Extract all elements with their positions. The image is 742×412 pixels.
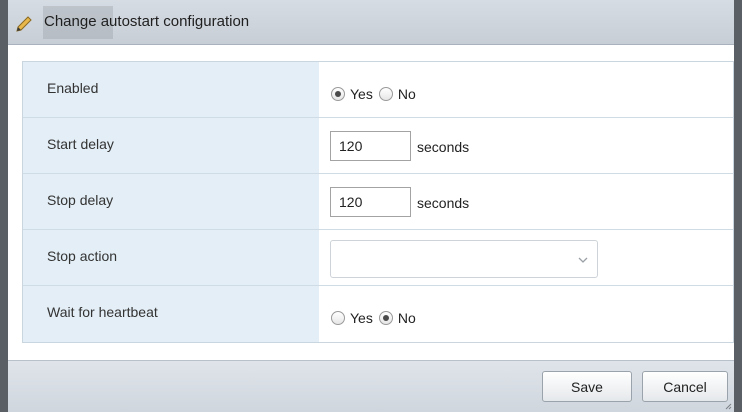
enabled-yes-radio[interactable]: [331, 87, 345, 101]
start-delay-value: seconds: [319, 118, 733, 173]
stop-action-label: Stop action: [23, 230, 319, 285]
save-button[interactable]: Save: [542, 371, 632, 402]
wait-for-heartbeat-label: Wait for heartbeat: [23, 286, 319, 342]
enabled-yes-label[interactable]: Yes: [350, 86, 373, 102]
autostart-form: Enabled Yes No Start delay seconds Stop …: [22, 61, 734, 343]
stop-delay-input[interactable]: [330, 187, 411, 217]
stop-delay-value: seconds: [319, 174, 733, 229]
resize-grip-icon[interactable]: [724, 402, 732, 410]
row-stop-action: Stop action: [23, 230, 733, 286]
pencil-icon: [16, 16, 32, 32]
start-delay-input[interactable]: [330, 131, 411, 161]
row-stop-delay: Stop delay seconds: [23, 174, 733, 230]
heartbeat-radio-group: Yes No: [331, 310, 422, 326]
chevron-down-icon: [578, 257, 588, 263]
enabled-value: Yes No: [319, 62, 733, 117]
row-start-delay: Start delay seconds: [23, 118, 733, 174]
stop-delay-unit: seconds: [417, 195, 470, 211]
enabled-no-radio[interactable]: [378, 87, 393, 101]
wait-for-heartbeat-value: Yes No: [319, 286, 733, 342]
stop-delay-label: Stop delay: [23, 174, 319, 229]
heartbeat-yes-label[interactable]: Yes: [350, 310, 373, 326]
enabled-radio-group: Yes No: [331, 86, 422, 102]
heartbeat-no-radio[interactable]: [378, 311, 393, 325]
dialog-titlebar[interactable]: Change autostart configuration: [8, 0, 734, 45]
enabled-no-label[interactable]: No: [398, 86, 416, 102]
autostart-dialog: Change autostart configuration Enabled Y…: [0, 0, 742, 412]
row-enabled: Enabled Yes No: [23, 62, 733, 118]
row-wait-for-heartbeat: Wait for heartbeat Yes No: [23, 286, 733, 342]
dialog-title: Change autostart configuration: [44, 13, 250, 30]
heartbeat-yes-radio[interactable]: [331, 311, 345, 325]
start-delay-unit: seconds: [417, 139, 470, 155]
stop-action-select[interactable]: [330, 240, 598, 278]
cancel-button[interactable]: Cancel: [642, 371, 728, 402]
dialog-footer: Save Cancel: [8, 360, 734, 412]
stop-action-value: [319, 230, 733, 285]
heartbeat-no-label[interactable]: No: [398, 310, 416, 326]
start-delay-label: Start delay: [23, 118, 319, 173]
enabled-label: Enabled: [23, 62, 319, 117]
